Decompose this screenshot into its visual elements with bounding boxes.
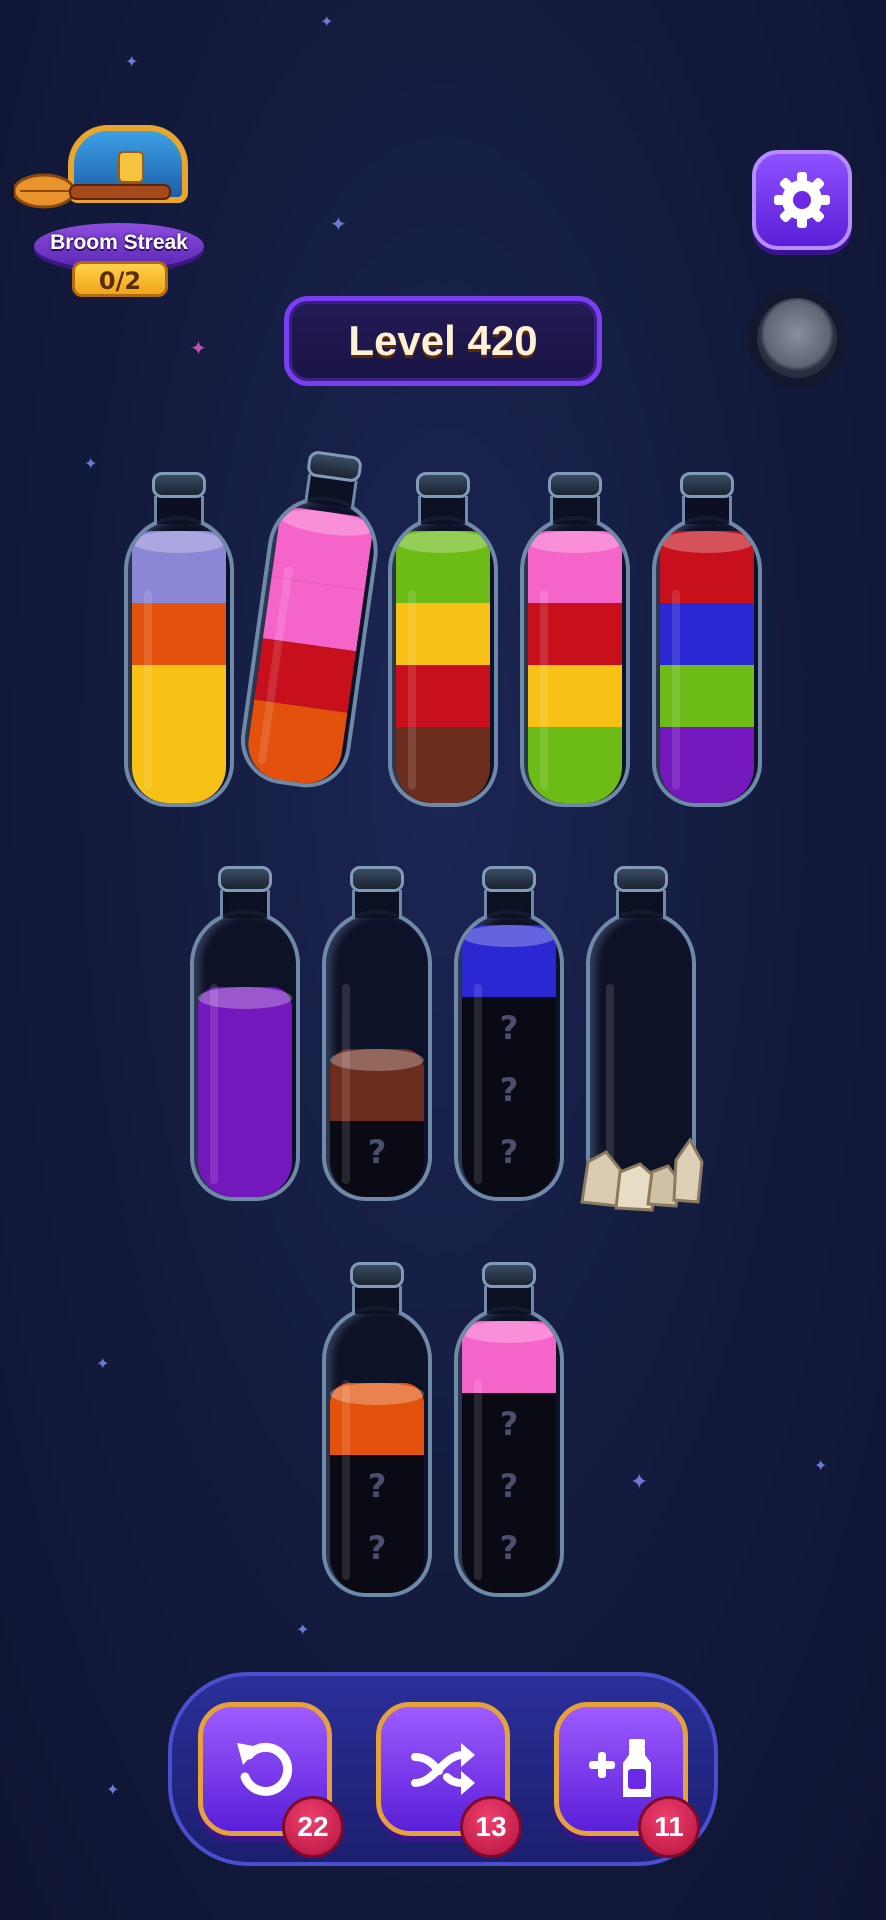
streak-label: Broom Streak — [50, 231, 188, 254]
rocks-obstacle-icon — [580, 1137, 704, 1212]
bottle-glass — [235, 489, 385, 794]
star-decoration: ✦ — [84, 454, 98, 473]
bottle-glass — [388, 516, 498, 807]
bottle-neck — [352, 1286, 402, 1314]
broom-icon — [14, 173, 171, 209]
bottle-cap — [614, 866, 668, 892]
bottle-neck — [484, 890, 534, 918]
undo-icon — [237, 1742, 293, 1796]
bottle-5[interactable] — [652, 472, 762, 807]
bottle-neck — [484, 1286, 534, 1314]
bottle-cap — [350, 866, 404, 892]
circle-toggle-button[interactable] — [757, 298, 837, 378]
bottle-neck — [682, 496, 732, 524]
bottle-neck — [220, 890, 270, 918]
bottle-neck — [418, 496, 468, 524]
glass-shine — [672, 590, 680, 790]
streak-count: 0/2 — [72, 261, 168, 297]
bottle-glass: ??? — [454, 910, 564, 1201]
glass-shine — [474, 984, 482, 1184]
bottle-8[interactable]: ??? — [454, 866, 564, 1201]
glass-shine — [342, 984, 350, 1184]
bottle-4[interactable] — [520, 472, 630, 807]
bottle-glass: ??? — [454, 1306, 564, 1597]
star-decoration: ✦ — [330, 212, 347, 236]
bottle-cap — [350, 1262, 404, 1288]
bottle-neck — [352, 890, 402, 918]
star-decoration: ✦ — [125, 52, 139, 71]
bottle-1[interactable] — [124, 472, 234, 807]
bottle-glass: ? — [322, 910, 432, 1201]
add-bottle-count-badge: 11 — [638, 1796, 700, 1858]
bottle-7[interactable]: ? — [322, 866, 432, 1201]
glass-shine — [210, 984, 218, 1184]
level-label: Level 420 — [348, 317, 538, 364]
star-decoration: ✦ — [296, 1620, 310, 1639]
shuffle-count-badge: 13 — [460, 1796, 522, 1858]
bottle-neck — [550, 496, 600, 524]
glass-shine — [408, 590, 416, 790]
level-banner: Level 420 — [284, 296, 602, 386]
star-decoration: ✦ — [106, 1780, 120, 1799]
bottle-neck — [616, 890, 666, 918]
broom-streak-badge[interactable]: Broom Streak 0/2 — [10, 115, 210, 305]
bottle-glass — [124, 516, 234, 807]
glass-shine — [144, 590, 152, 790]
bottle-cap — [218, 866, 272, 892]
bottle-cap — [152, 472, 206, 498]
bottle-6[interactable] — [190, 866, 300, 1201]
bottle-2[interactable] — [235, 446, 391, 794]
bottle-cap — [482, 1262, 536, 1288]
bottle-cap — [416, 472, 470, 498]
star-decoration: ✦ — [190, 336, 207, 360]
shuffle-icon — [411, 1743, 475, 1795]
bottle-glass — [520, 516, 630, 807]
gear-icon — [774, 172, 830, 228]
bottle-10[interactable]: ?? — [322, 1262, 432, 1597]
undo-count-badge: 22 — [282, 1796, 344, 1858]
bottle-neck — [154, 496, 204, 524]
star-decoration: ✦ — [630, 1470, 649, 1495]
settings-button[interactable] — [752, 150, 852, 250]
bottle-11[interactable]: ??? — [454, 1262, 564, 1597]
bottle-glass: ?? — [322, 1306, 432, 1597]
glass-shine — [540, 590, 548, 790]
star-decoration: ✦ — [320, 12, 334, 31]
bottle-glass — [652, 516, 762, 807]
bottle-cap — [482, 866, 536, 892]
glass-shine — [474, 1380, 482, 1580]
star-decoration: ✦ — [814, 1456, 828, 1475]
star-decoration: ✦ — [96, 1354, 110, 1373]
bottle-3[interactable] — [388, 472, 498, 807]
glass-shine — [342, 1380, 350, 1580]
bottle-cap — [548, 472, 602, 498]
add-bottle-icon — [589, 1739, 651, 1797]
bottle-glass — [190, 910, 300, 1201]
bottle-cap — [680, 472, 734, 498]
